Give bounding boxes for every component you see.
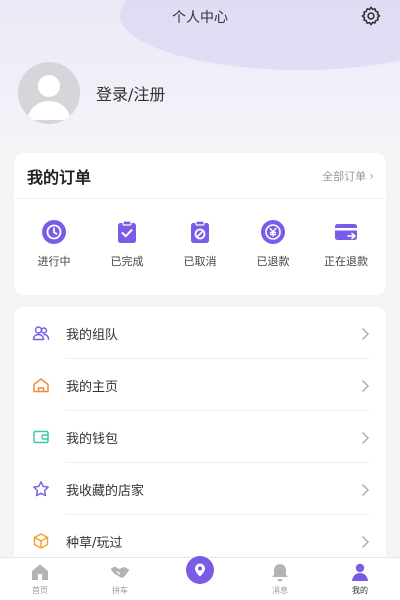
tab-location[interactable] [170, 556, 230, 596]
order-status-label: 正在退款 [324, 255, 368, 268]
my-orders-card: 我的订单 全部订单 › 进行中 已完成 已取消 已退款 正在退款 [14, 153, 386, 295]
chevron-right-icon [360, 326, 370, 341]
home-tab-icon [29, 561, 51, 583]
all-orders-label: 全部订单 [322, 169, 367, 183]
tab-mine[interactable]: 我的 [330, 561, 390, 596]
menu-item-label: 我的组队 [66, 327, 119, 343]
order-status-refunding[interactable]: 正在退款 [310, 219, 382, 269]
clipboard-check-icon [114, 219, 140, 245]
card-refund-icon [333, 219, 359, 245]
page-title: 个人中心 [172, 10, 228, 26]
handshake-icon [109, 561, 131, 583]
chevron-right-icon [360, 430, 370, 445]
all-orders-link[interactable]: 全部订单 › [322, 168, 374, 184]
order-status-label: 已退款 [256, 255, 290, 268]
tab-label: 拼车 [112, 586, 128, 595]
order-status-in-progress[interactable]: 进行中 [18, 219, 90, 269]
tab-label: 消息 [272, 586, 288, 595]
clock-icon [41, 219, 67, 245]
order-status-label: 进行中 [37, 255, 71, 268]
menu-item-label: 种草/玩过 [66, 535, 123, 551]
menu-item-my-wallet[interactable]: 我的钱包 [14, 411, 386, 463]
clipboard-cancel-icon [187, 219, 213, 245]
order-status-label: 已取消 [183, 255, 217, 268]
menu-item-favorite-stores[interactable]: 我收藏的店家 [14, 463, 386, 515]
tab-messages[interactable]: 消息 [250, 561, 310, 596]
header: 个人中心 [0, 0, 400, 34]
menu-item-my-homepage[interactable]: 我的主页 [14, 359, 386, 411]
bottom-tab-bar: 首页 拼车 消息 我的 [0, 556, 400, 600]
menu-card: 我的组队 我的主页 我的钱包 我收藏的店家 种草/玩过 [14, 307, 386, 557]
menu-item-label: 我的主页 [66, 379, 119, 395]
wallet-icon [32, 428, 50, 446]
order-status-completed[interactable]: 已完成 [91, 219, 163, 269]
chevron-right-icon [360, 378, 370, 393]
bell-icon [269, 561, 291, 583]
tab-home[interactable]: 首页 [10, 561, 70, 596]
order-status-list: 进行中 已完成 已取消 已退款 正在退款 [14, 199, 386, 269]
home-icon [32, 376, 50, 394]
chevron-right-icon [360, 534, 370, 549]
person-icon [349, 561, 371, 583]
star-icon [32, 480, 50, 498]
team-icon [32, 324, 50, 342]
order-status-cancelled[interactable]: 已取消 [164, 219, 236, 269]
login-register-link[interactable]: 登录/注册 [96, 81, 165, 105]
profile-section: 登录/注册 [18, 62, 165, 124]
location-pin-icon [186, 556, 214, 584]
menu-item-recommended-played[interactable]: 种草/玩过 [14, 515, 386, 557]
gear-icon[interactable] [360, 5, 382, 27]
menu-item-label: 我的钱包 [66, 431, 119, 447]
tab-label: 首页 [32, 586, 48, 595]
coin-refund-icon [260, 219, 286, 245]
orders-header: 我的订单 全部订单 › [14, 153, 386, 199]
tab-carpool[interactable]: 拼车 [90, 561, 150, 596]
tab-label: 我的 [352, 586, 368, 595]
box-icon [32, 532, 50, 550]
user-avatar-icon[interactable] [18, 62, 80, 124]
orders-title: 我的订单 [27, 167, 92, 187]
menu-item-my-team[interactable]: 我的组队 [14, 307, 386, 359]
chevron-right-icon [360, 482, 370, 497]
menu-item-label: 我收藏的店家 [66, 483, 145, 499]
order-status-label: 已完成 [110, 255, 144, 268]
chevron-right-icon: › [369, 168, 374, 183]
order-status-refunded[interactable]: 已退款 [237, 219, 309, 269]
